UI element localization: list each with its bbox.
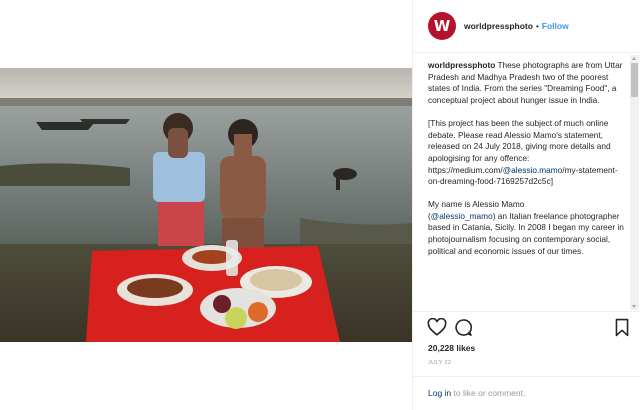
scroll-thumb[interactable] xyxy=(631,63,638,97)
comments-scrollbar[interactable] xyxy=(630,55,639,310)
login-link[interactable]: Log in xyxy=(428,388,451,398)
post-header: W worldpressphoto • Follow xyxy=(413,0,640,52)
header-username[interactable]: worldpressphoto xyxy=(464,21,533,31)
like-count[interactable]: 20,228 likes xyxy=(428,343,475,353)
post-panel: W worldpressphoto • Follow worldpresspho… xyxy=(412,0,640,410)
login-prompt-text: to like or comment. xyxy=(451,388,526,398)
comment: My name is Alessio Mamo (@alessio_mamo) … xyxy=(428,199,628,258)
post-photo[interactable] xyxy=(0,68,412,342)
mention-link[interactable]: @alessio.mamo xyxy=(503,165,563,175)
caption: worldpressphoto These photographs are fr… xyxy=(428,60,628,107)
scroll-up-arrow[interactable] xyxy=(632,57,636,60)
mention-link[interactable]: @alessio_mamo xyxy=(431,211,493,221)
divider xyxy=(413,311,640,312)
action-bar xyxy=(427,317,632,342)
divider xyxy=(413,52,640,53)
comment: [This project has been the subject of mu… xyxy=(428,118,628,188)
comments-list[interactable]: worldpressphoto These photographs are fr… xyxy=(428,60,628,308)
comment-icon[interactable] xyxy=(454,318,473,342)
divider xyxy=(413,376,640,377)
post-date: JULY 22 xyxy=(428,360,452,366)
heart-icon[interactable] xyxy=(427,317,447,341)
avatar[interactable]: W xyxy=(428,12,456,40)
scroll-down-arrow[interactable] xyxy=(632,305,636,308)
login-prompt: Log in to like or comment. xyxy=(428,388,525,398)
bookmark-icon[interactable] xyxy=(614,318,630,342)
photo-image xyxy=(0,68,412,342)
header-separator: • xyxy=(535,21,539,31)
follow-button[interactable]: Follow xyxy=(542,21,569,31)
caption-username[interactable]: worldpressphoto xyxy=(428,60,495,70)
